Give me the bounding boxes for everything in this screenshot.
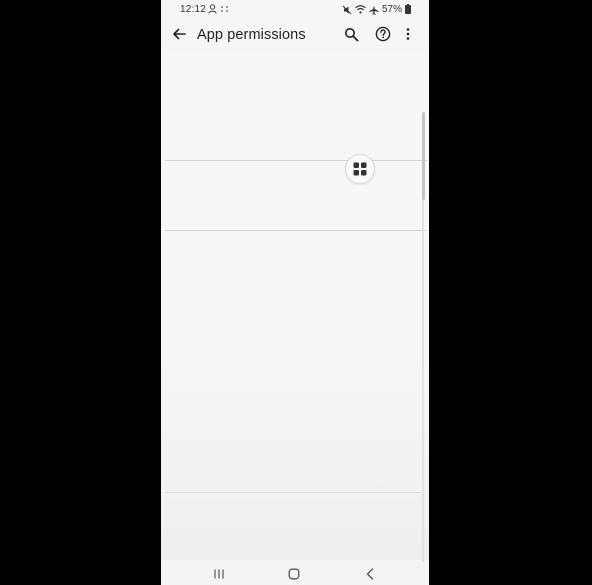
status-bar: 12:12 57% <box>161 0 429 18</box>
user-icon <box>208 4 217 14</box>
recent-apps-icon[interactable] <box>213 568 225 580</box>
phone-screen: 12:12 57% App permissions <box>161 0 429 585</box>
battery-icon <box>405 4 411 14</box>
status-time: 12:12 <box>180 4 207 15</box>
page-title: App permissions <box>197 27 306 43</box>
scrollbar-thumb[interactable] <box>422 112 425 200</box>
screen: 12:12 57% App permissions <box>0 0 592 585</box>
more-vert-icon[interactable] <box>404 26 412 42</box>
help-icon[interactable] <box>375 26 391 42</box>
grid-view-icon <box>353 162 367 176</box>
search-icon[interactable] <box>344 27 359 42</box>
navigation-bar <box>161 562 429 585</box>
list-divider <box>165 230 427 231</box>
home-icon[interactable] <box>288 568 300 580</box>
app-bar: App permissions <box>161 20 429 52</box>
status-left-icons <box>208 3 229 15</box>
back-nav-icon[interactable] <box>365 568 375 580</box>
list-divider <box>165 492 421 493</box>
grid-view-button[interactable] <box>345 154 375 184</box>
battery-percent: 57% <box>381 4 402 15</box>
airplane-icon <box>369 5 379 15</box>
dots-icon <box>221 6 228 12</box>
status-right: 57% <box>342 4 411 15</box>
wifi-icon <box>355 5 366 14</box>
permissions-list <box>161 52 429 567</box>
mute-icon <box>342 5 352 14</box>
list-divider <box>165 160 427 161</box>
back-arrow-icon[interactable] <box>171 26 187 42</box>
